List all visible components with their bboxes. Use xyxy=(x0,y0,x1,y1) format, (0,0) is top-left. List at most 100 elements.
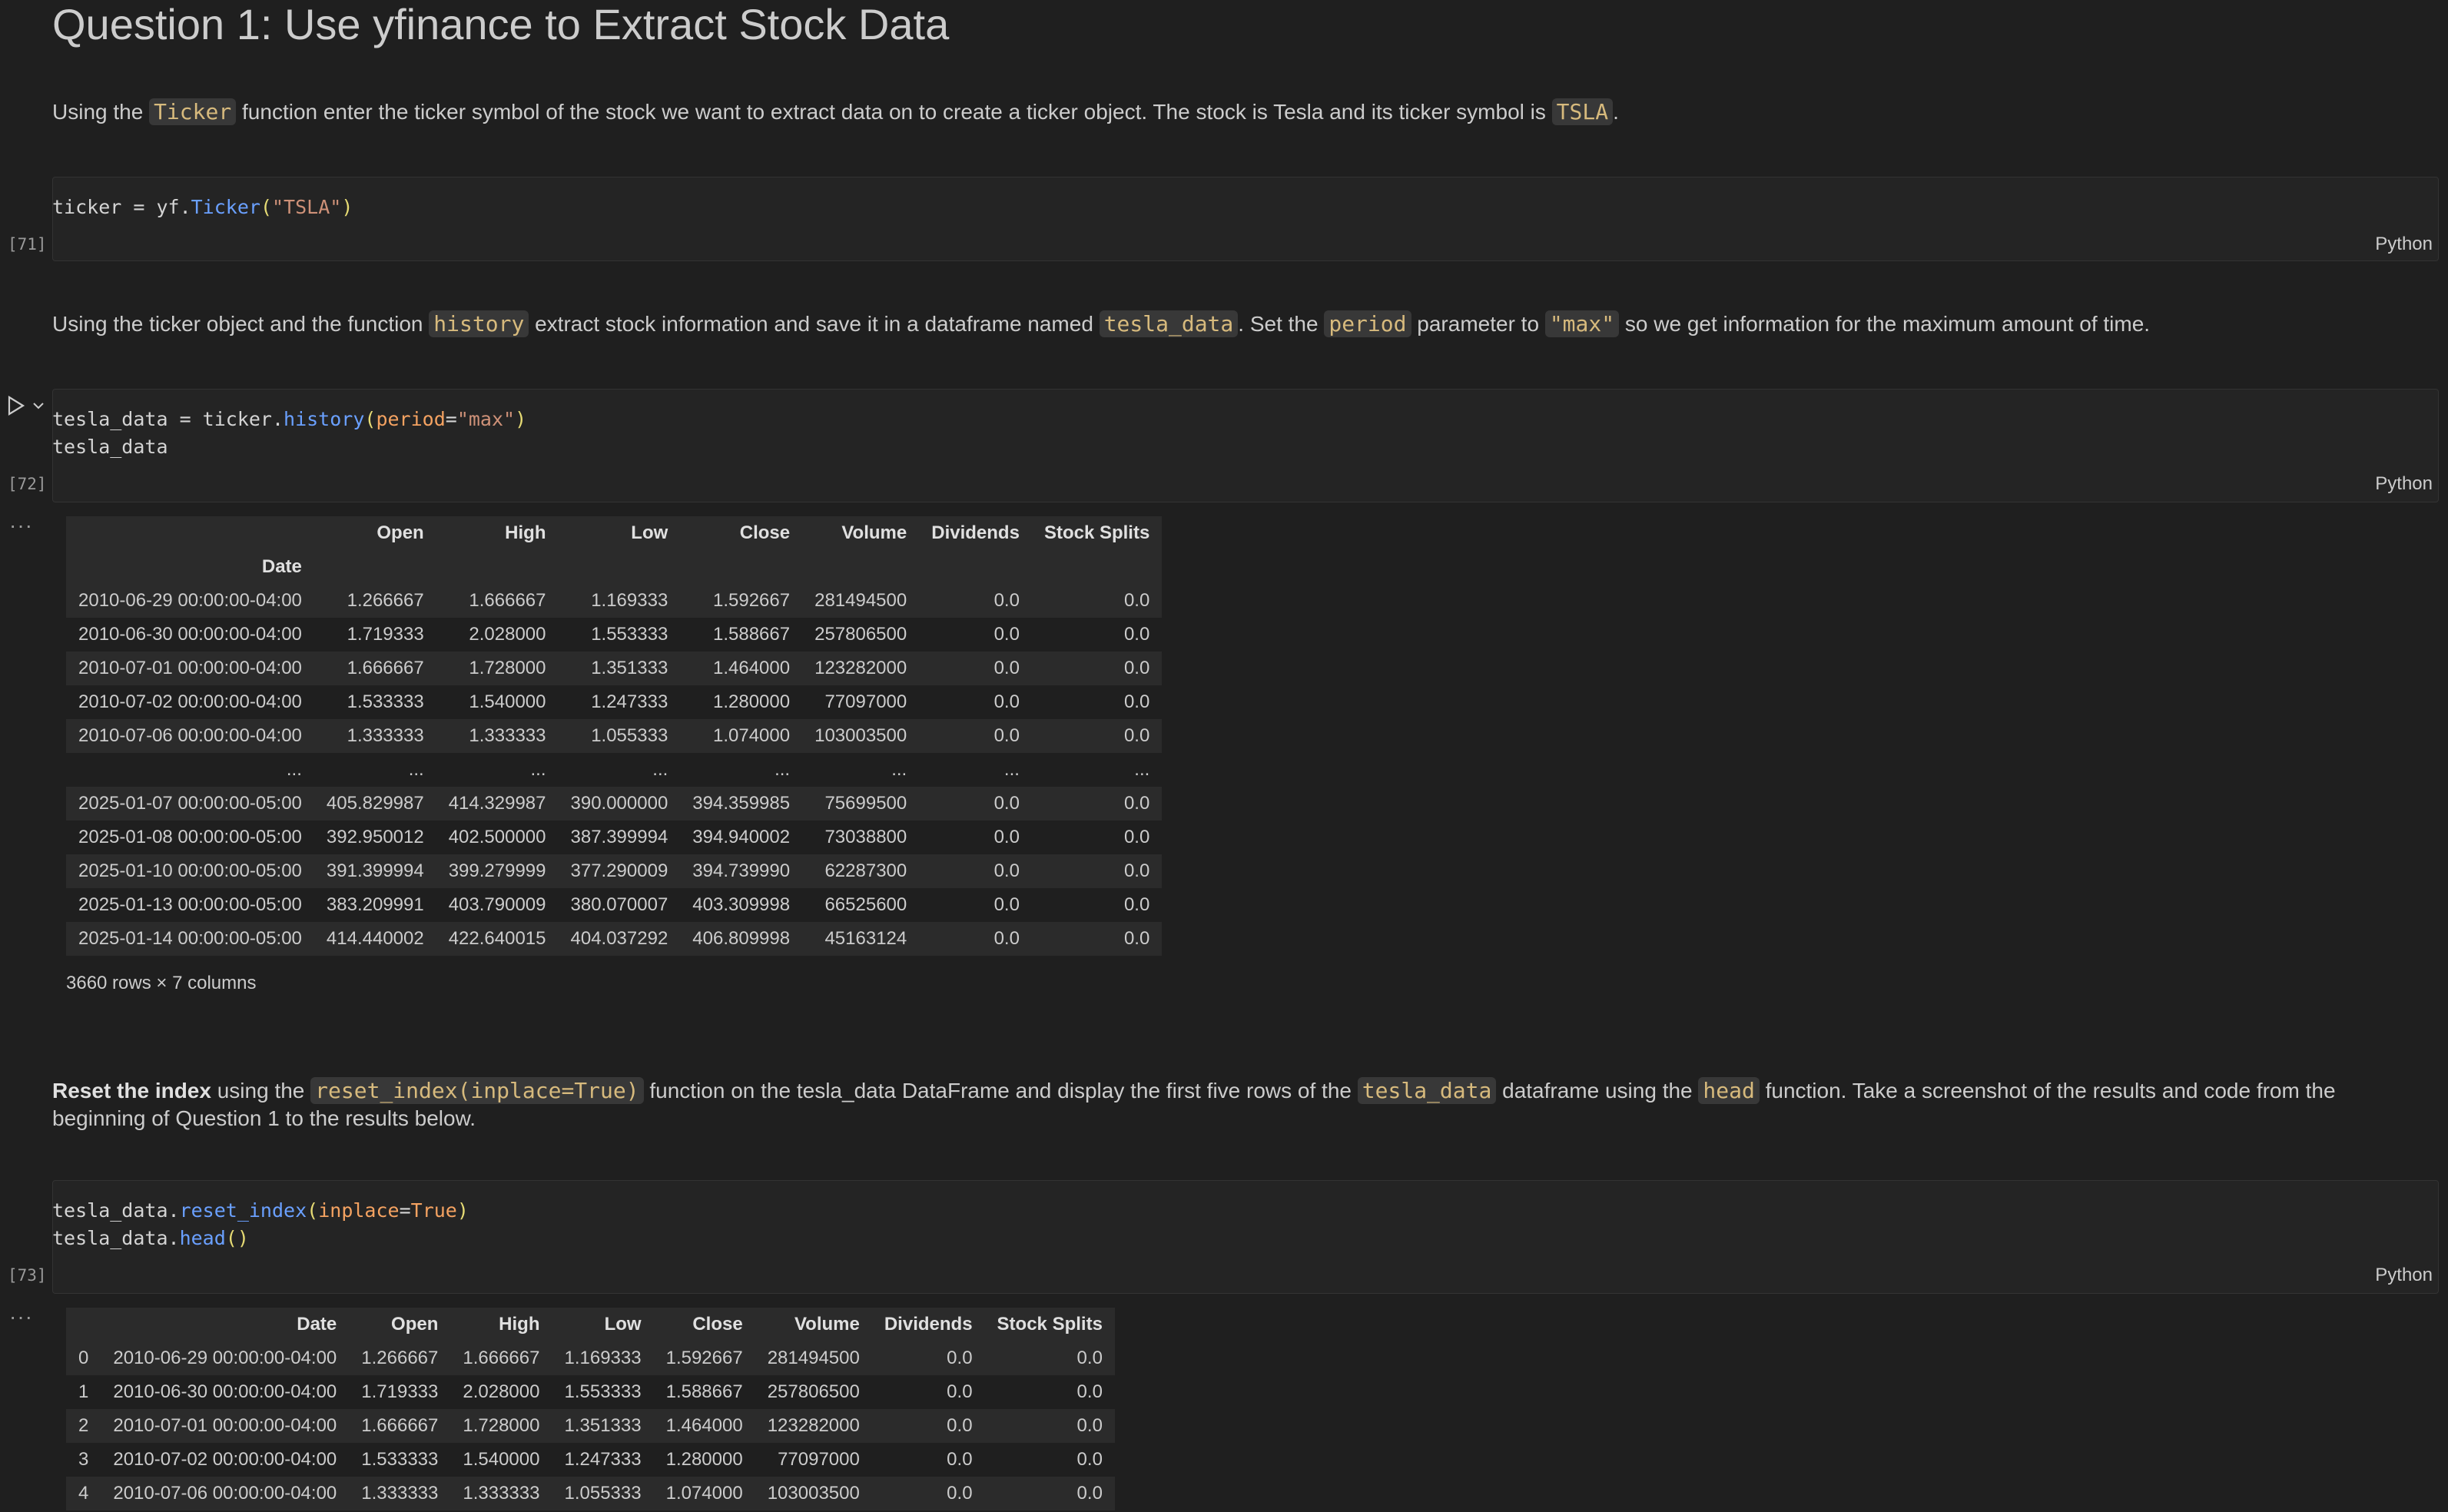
page-title: Question 1: Use yfinance to Extract Stoc… xyxy=(52,0,950,48)
column-header: Low xyxy=(631,522,668,543)
table-cell: 0.0 xyxy=(993,894,1020,915)
code-token: Ticker xyxy=(191,196,260,218)
table-cell: 2010-06-30 00:00:00-04:00 xyxy=(113,1381,337,1402)
table-cell: 0.0 xyxy=(947,1449,973,1470)
table-cell: 0.0 xyxy=(947,1415,973,1436)
markdown-cell-ticker: Using the Ticker function enter the tick… xyxy=(52,98,2433,126)
text: using the xyxy=(211,1079,311,1102)
table-cell: ... xyxy=(652,759,668,780)
table-cell: 1.533333 xyxy=(361,1449,439,1470)
table-cell: 404.037292 xyxy=(570,928,668,949)
table-cell: 1.588667 xyxy=(712,624,791,645)
table-cell: 405.829987 xyxy=(326,793,424,814)
table-cell: 2.028000 xyxy=(469,624,546,645)
header-spacer xyxy=(314,550,436,584)
code-editor-71[interactable]: ticker = yf.Ticker("TSLA") xyxy=(52,194,353,221)
table-cell: 377.290009 xyxy=(570,860,668,881)
code-cell-71[interactable] xyxy=(52,177,2439,261)
dataframe-output-73: Date Open High Low Close Volume Dividends Stock… xyxy=(66,1308,1115,1510)
table-row: 2025-01-07 00:00:00-05:00 405.829987 414.3… xyxy=(66,787,1163,821)
column-header: Stock Splits xyxy=(997,1314,1103,1335)
index-name-header: Date xyxy=(261,556,302,577)
text: function on the tesla_data DataFrame and… xyxy=(643,1079,1358,1102)
code-token: tesla_data. xyxy=(52,1199,180,1222)
table-cell: 1.666667 xyxy=(469,590,546,611)
play-icon[interactable] xyxy=(6,395,26,416)
column-header-blank xyxy=(66,516,314,550)
table-cell: 390.000000 xyxy=(570,793,668,814)
column-header: High xyxy=(505,522,546,543)
table-cell: 281494500 xyxy=(767,1348,860,1368)
column-header: Close xyxy=(692,1314,743,1335)
column-header: Low xyxy=(604,1314,642,1335)
inline-code: history xyxy=(429,310,529,337)
table-row: 2010-06-30 00:00:00-04:00 1.719333 2.02800… xyxy=(66,618,1162,652)
table-cell: 1.666667 xyxy=(463,1348,540,1368)
table-cell: 103003500 xyxy=(814,725,907,746)
table-cell: 0.0 xyxy=(1123,793,1150,814)
table-cell: 257806500 xyxy=(767,1381,860,1402)
table-cell: 1.464000 xyxy=(665,1415,743,1436)
row-index: 2010-06-29 00:00:00-04:00 xyxy=(78,590,302,611)
table-cell: 0.0 xyxy=(993,658,1020,678)
table-cell: 0.0 xyxy=(993,928,1020,949)
execution-count: [72] xyxy=(8,475,47,493)
code-token: ( xyxy=(364,408,376,430)
table-cell: 0.0 xyxy=(993,691,1020,712)
table-cell: 1.351333 xyxy=(591,658,668,678)
table-cell: 1.592667 xyxy=(712,590,791,611)
table-cell: 0.0 xyxy=(993,860,1020,881)
row-index: 2010-07-06 00:00:00-04:00 xyxy=(78,725,302,746)
code-token: ticker = yf. xyxy=(52,196,191,218)
table-cell: 394.940002 xyxy=(692,827,791,847)
output-menu-icon[interactable]: ··· xyxy=(9,1305,33,1329)
code-token: ) xyxy=(341,196,353,218)
table-cell: 383.209991 xyxy=(326,894,424,915)
table-cell: ... xyxy=(1003,759,1020,780)
execution-count: [73] xyxy=(8,1266,47,1285)
header-spacer xyxy=(919,550,1032,584)
row-index: 2025-01-10 00:00:00-05:00 xyxy=(78,860,302,881)
table-cell: 0.0 xyxy=(993,725,1020,746)
language-label[interactable]: Python xyxy=(2375,473,2433,495)
language-label[interactable]: Python xyxy=(2375,234,2433,255)
text: Using the ticker object and the function xyxy=(52,312,430,336)
table-cell: 394.359985 xyxy=(692,793,791,814)
table-cell: 103003500 xyxy=(767,1483,860,1504)
row-index: 2010-07-01 00:00:00-04:00 xyxy=(78,658,302,678)
code-token: ) xyxy=(515,408,527,430)
table-cell: 0.0 xyxy=(1123,725,1150,746)
text: dataframe using the xyxy=(1496,1079,1699,1102)
code-editor-73[interactable]: tesla_data.reset_index(inplace=True) tes… xyxy=(52,1197,469,1252)
code-token: True xyxy=(410,1199,457,1222)
table-cell: 1.666667 xyxy=(361,1415,439,1436)
inline-code: reset_index(inplace=True) xyxy=(310,1077,644,1104)
code-token: "max" xyxy=(456,408,516,430)
table-cell: ... xyxy=(891,759,907,780)
table-cell: 406.809998 xyxy=(692,928,791,949)
code-editor-72[interactable]: tesla_data = ticker.history(period="max"… xyxy=(52,406,526,461)
column-header: Date xyxy=(297,1314,337,1335)
table-row: 2 2010-07-01 00:00:00-04:00 1.666667 1.7280… xyxy=(66,1409,1115,1443)
table-row: 3 2010-07-02 00:00:00-04:00 1.533333 1.5400… xyxy=(66,1443,1115,1477)
table-row: 2010-06-29 00:00:00-04:00 1.266667 1.66666… xyxy=(66,584,1163,618)
table-cell: 403.309998 xyxy=(692,894,791,915)
header-spacer xyxy=(680,550,802,584)
output-menu-icon[interactable]: ··· xyxy=(9,513,33,538)
column-header: Stock Splits xyxy=(1043,522,1150,543)
run-cell-button[interactable] xyxy=(6,395,45,422)
text: . Set the xyxy=(1238,312,1325,336)
table-cell: 402.500000 xyxy=(448,827,546,847)
table-cell: 257806500 xyxy=(814,624,907,645)
language-label[interactable]: Python xyxy=(2375,1265,2433,1286)
chevron-down-icon[interactable] xyxy=(32,395,45,416)
table-cell: 0.0 xyxy=(1123,928,1150,949)
table-cell: 1.553333 xyxy=(564,1381,642,1402)
table-row: 2025-01-08 00:00:00-05:00 392.950012 402.5… xyxy=(66,821,1162,854)
table-cell: 0.0 xyxy=(1123,624,1150,645)
table-cell: 1.728000 xyxy=(469,658,546,678)
table-cell: 62287300 xyxy=(824,860,907,881)
header-spacer xyxy=(1032,550,1162,584)
table-cell: 0.0 xyxy=(947,1483,973,1504)
code-token: ) xyxy=(456,1199,469,1222)
